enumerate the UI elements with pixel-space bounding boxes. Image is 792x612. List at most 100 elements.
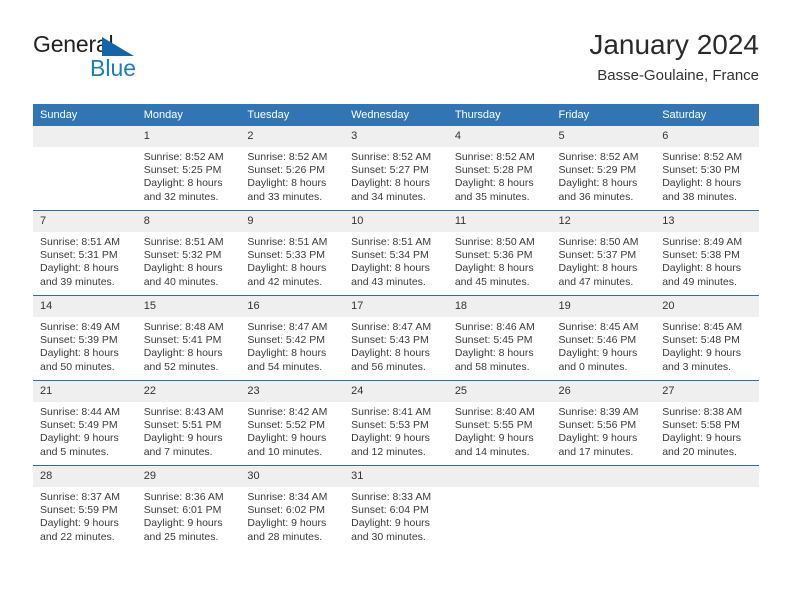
day-details: Sunrise: 8:37 AM Sunset: 5:59 PM Daylight:… <box>33 487 137 544</box>
daylight-text-line1: Daylight: 9 hours <box>662 432 742 445</box>
daylight-text-line2: and 45 minutes. <box>454 275 530 288</box>
day-cell-inner <box>33 126 137 210</box>
calendar-day-cell[interactable]: 29 Sunrise: 8:36 AM Sunset: 6:01 PM Dayligh… <box>136 465 241 550</box>
calendar-day-cell[interactable]: 26 Sunrise: 8:39 AM Sunset: 5:56 PM Dayligh… <box>551 380 656 466</box>
sunrise-text: Sunrise: 8:40 AM <box>454 406 535 418</box>
daylight-text-line2: and 35 minutes. <box>454 190 530 203</box>
calendar-day-cell[interactable]: 17 Sunrise: 8:47 AM Sunset: 5:43 PM Dayligh… <box>344 295 448 381</box>
day-number: 9 <box>240 211 345 232</box>
calendar-day-cell[interactable]: 18 Sunrise: 8:46 AM Sunset: 5:45 PM Dayligh… <box>447 295 552 381</box>
daylight-text-line2: and 10 minutes. <box>247 445 323 458</box>
daylight-text-line1: Daylight: 8 hours <box>143 262 223 275</box>
daylight-text-line2: and 28 minutes. <box>247 530 323 543</box>
day-details: Sunrise: 8:51 AM Sunset: 5:34 PM Daylight:… <box>344 232 448 289</box>
calendar-day-cell[interactable]: 5 Sunrise: 8:52 AM Sunset: 5:29 PM Daylight… <box>551 126 656 211</box>
daylight-text-line1: Daylight: 8 hours <box>351 177 430 190</box>
day-cell-inner: 6 Sunrise: 8:52 AM Sunset: 5:30 PM Daylight… <box>655 126 759 210</box>
calendar-day-cell[interactable]: 2 Sunrise: 8:52 AM Sunset: 5:26 PM Daylight… <box>240 126 345 211</box>
calendar-week-row: 28 Sunrise: 8:37 AM Sunset: 5:59 PM Dayligh… <box>33 465 759 550</box>
calendar-day-cell[interactable]: 6 Sunrise: 8:52 AM Sunset: 5:30 PM Daylight… <box>655 126 759 211</box>
daylight-text-line1: Daylight: 8 hours <box>143 177 223 190</box>
sunrise-text: Sunrise: 8:33 AM <box>351 491 432 503</box>
calendar-day-cell-empty <box>447 465 552 550</box>
calendar-day-cell[interactable]: 11 Sunrise: 8:50 AM Sunset: 5:36 PM Dayligh… <box>447 210 552 296</box>
calendar-day-cell[interactable]: 4 Sunrise: 8:52 AM Sunset: 5:28 PM Daylight… <box>447 126 552 211</box>
calendar-day-cell[interactable]: 8 Sunrise: 8:51 AM Sunset: 5:32 PM Daylight… <box>136 210 241 296</box>
daylight-text-line2: and 42 minutes. <box>247 275 323 288</box>
calendar-day-cell[interactable]: 25 Sunrise: 8:40 AM Sunset: 5:55 PM Dayligh… <box>447 380 552 466</box>
daylight-text-line2: and 33 minutes. <box>247 190 323 203</box>
sunset-text: Sunset: 6:02 PM <box>247 504 326 517</box>
calendar-day-cell[interactable]: 31 Sunrise: 8:33 AM Sunset: 6:04 PM Dayligh… <box>344 465 448 550</box>
daylight-text-line1: Daylight: 8 hours <box>454 347 534 360</box>
day-cell-inner: 10 Sunrise: 8:51 AM Sunset: 5:34 PM Dayligh… <box>344 211 448 295</box>
daylight-text-line1: Daylight: 9 hours <box>40 517 119 530</box>
calendar-day-cell[interactable]: 22 Sunrise: 8:43 AM Sunset: 5:51 PM Dayligh… <box>136 380 241 466</box>
calendar-day-cell[interactable]: 12 Sunrise: 8:50 AM Sunset: 5:37 PM Dayligh… <box>551 210 656 296</box>
day-number: 20 <box>655 296 759 317</box>
sunset-text: Sunset: 5:27 PM <box>351 164 429 177</box>
calendar-day-cell[interactable]: 7 Sunrise: 8:51 AM Sunset: 5:31 PM Daylight… <box>33 210 137 296</box>
sunset-text: Sunset: 5:52 PM <box>247 419 326 432</box>
day-details: Sunrise: 8:45 AM Sunset: 5:48 PM Daylight:… <box>655 317 759 374</box>
sunrise-text: Sunrise: 8:50 AM <box>454 236 535 248</box>
day-cell-inner: 15 Sunrise: 8:48 AM Sunset: 5:41 PM Dayligh… <box>136 296 241 380</box>
sunrise-text: Sunrise: 8:52 AM <box>351 151 432 163</box>
day-number: 1 <box>136 126 241 147</box>
day-cell-inner: 20 Sunrise: 8:45 AM Sunset: 5:48 PM Dayligh… <box>655 296 759 380</box>
calendar-day-cell[interactable]: 16 Sunrise: 8:47 AM Sunset: 5:42 PM Dayligh… <box>240 295 345 381</box>
daylight-text-line2: and 52 minutes. <box>143 360 219 373</box>
sunset-text: Sunset: 5:39 PM <box>40 334 118 347</box>
calendar-day-cell[interactable]: 14 Sunrise: 8:49 AM Sunset: 5:39 PM Dayligh… <box>33 295 137 381</box>
calendar-day-cell[interactable]: 19 Sunrise: 8:45 AM Sunset: 5:46 PM Dayligh… <box>551 295 656 381</box>
daylight-text-line2: and 50 minutes. <box>40 360 115 373</box>
day-details: Sunrise: 8:33 AM Sunset: 6:04 PM Daylight:… <box>344 487 448 544</box>
day-details: Sunrise: 8:52 AM Sunset: 5:27 PM Daylight:… <box>344 147 448 204</box>
weekday-header-wednesday: Wednesday <box>344 104 448 126</box>
calendar-day-cell[interactable]: 21 Sunrise: 8:44 AM Sunset: 5:49 PM Dayligh… <box>33 380 137 466</box>
calendar-day-cell[interactable]: 24 Sunrise: 8:41 AM Sunset: 5:53 PM Dayligh… <box>344 380 448 466</box>
day-number: 3 <box>344 126 448 147</box>
daylight-text-line1: Daylight: 8 hours <box>558 262 638 275</box>
general-blue-logo[interactable]: General Blue <box>33 33 183 87</box>
calendar-day-cell[interactable]: 1 Sunrise: 8:52 AM Sunset: 5:25 PM Daylight… <box>136 126 241 211</box>
daylight-text-line2: and 47 minutes. <box>558 275 634 288</box>
logo-text-blue: Blue <box>90 55 137 81</box>
sunrise-text: Sunrise: 8:52 AM <box>454 151 535 163</box>
day-number <box>447 466 552 487</box>
calendar-day-cell[interactable]: 30 Sunrise: 8:34 AM Sunset: 6:02 PM Dayligh… <box>240 465 345 550</box>
day-number: 5 <box>551 126 656 147</box>
day-cell-inner: 12 Sunrise: 8:50 AM Sunset: 5:37 PM Dayligh… <box>551 211 656 295</box>
day-cell-inner: 27 Sunrise: 8:38 AM Sunset: 5:58 PM Dayligh… <box>655 381 759 465</box>
day-details: Sunrise: 8:52 AM Sunset: 5:25 PM Daylight:… <box>137 147 241 204</box>
day-number: 11 <box>447 211 552 232</box>
daylight-text-line2: and 17 minutes. <box>558 445 634 458</box>
weekday-header-sunday: Sunday <box>33 104 137 126</box>
daylight-text-line1: Daylight: 9 hours <box>247 517 327 530</box>
day-number: 29 <box>136 466 241 487</box>
day-details: Sunrise: 8:36 AM Sunset: 6:01 PM Daylight:… <box>137 487 241 544</box>
calendar-day-cell[interactable]: 23 Sunrise: 8:42 AM Sunset: 5:52 PM Dayligh… <box>240 380 345 466</box>
calendar-day-cell[interactable]: 15 Sunrise: 8:48 AM Sunset: 5:41 PM Dayligh… <box>136 295 241 381</box>
day-cell-inner: 31 Sunrise: 8:33 AM Sunset: 6:04 PM Dayligh… <box>344 466 448 550</box>
sunset-text: Sunset: 5:32 PM <box>143 249 222 262</box>
calendar-day-cell[interactable]: 13 Sunrise: 8:49 AM Sunset: 5:38 PM Dayligh… <box>655 210 759 296</box>
day-number: 31 <box>344 466 448 487</box>
calendar-day-cell[interactable]: 28 Sunrise: 8:37 AM Sunset: 5:59 PM Dayligh… <box>33 465 137 550</box>
calendar-day-cell[interactable]: 27 Sunrise: 8:38 AM Sunset: 5:58 PM Dayligh… <box>655 380 759 466</box>
day-details: Sunrise: 8:51 AM Sunset: 5:33 PM Daylight:… <box>240 232 344 289</box>
sunset-text: Sunset: 5:38 PM <box>662 249 740 262</box>
day-details: Sunrise: 8:50 AM Sunset: 5:37 PM Daylight:… <box>552 232 656 289</box>
daylight-text-line1: Daylight: 8 hours <box>40 262 119 275</box>
calendar-day-cell[interactable]: 10 Sunrise: 8:51 AM Sunset: 5:34 PM Dayligh… <box>344 210 448 296</box>
weekday-header-tuesday: Tuesday <box>240 104 345 126</box>
daylight-text-line1: Daylight: 9 hours <box>143 517 223 530</box>
day-details: Sunrise: 8:49 AM Sunset: 5:39 PM Daylight:… <box>33 317 137 374</box>
calendar-day-cell[interactable]: 3 Sunrise: 8:52 AM Sunset: 5:27 PM Daylight… <box>344 126 448 211</box>
sunset-text: Sunset: 5:26 PM <box>247 164 326 177</box>
day-cell-inner: 21 Sunrise: 8:44 AM Sunset: 5:49 PM Dayligh… <box>33 381 137 465</box>
daylight-text-line2: and 7 minutes. <box>143 445 213 458</box>
sunrise-text: Sunrise: 8:51 AM <box>247 236 328 248</box>
calendar-day-cell[interactable]: 9 Sunrise: 8:51 AM Sunset: 5:33 PM Daylight… <box>240 210 345 296</box>
calendar-day-cell[interactable]: 20 Sunrise: 8:45 AM Sunset: 5:48 PM Dayligh… <box>655 295 759 381</box>
